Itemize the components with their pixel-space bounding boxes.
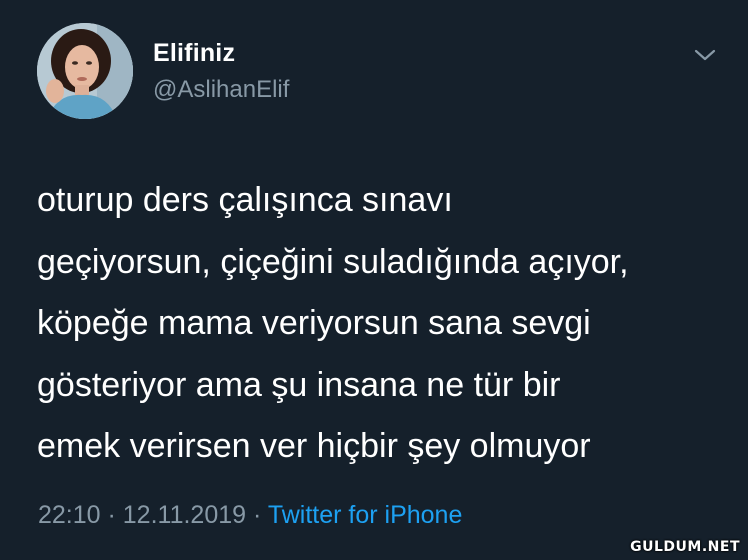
tweet-time: 22:10: [38, 501, 101, 529]
tweet-source-link[interactable]: Twitter for iPhone: [268, 501, 463, 529]
tweet-card: Elifiniz @AslihanElif oturup ders çalışı…: [0, 0, 748, 560]
display-name[interactable]: Elifiniz: [153, 39, 235, 68]
chevron-down-icon: [694, 49, 716, 61]
meta-separator: ·: [100, 501, 123, 529]
avatar-image: [37, 23, 133, 119]
tweet-meta: 22:10 · 12.11.2019 · Twitter for iPhone: [38, 501, 462, 530]
meta-separator-2: ·: [246, 501, 268, 529]
watermark: GULDUM.NET: [630, 539, 740, 555]
avatar[interactable]: [37, 23, 133, 119]
tweet-text: oturup ders çalışınca sınavı geçiyorsun,…: [37, 181, 629, 465]
more-options-button[interactable]: [688, 40, 722, 70]
user-handle[interactable]: @AslihanElif: [153, 76, 289, 104]
tweet-date: 12.11.2019: [122, 501, 247, 529]
